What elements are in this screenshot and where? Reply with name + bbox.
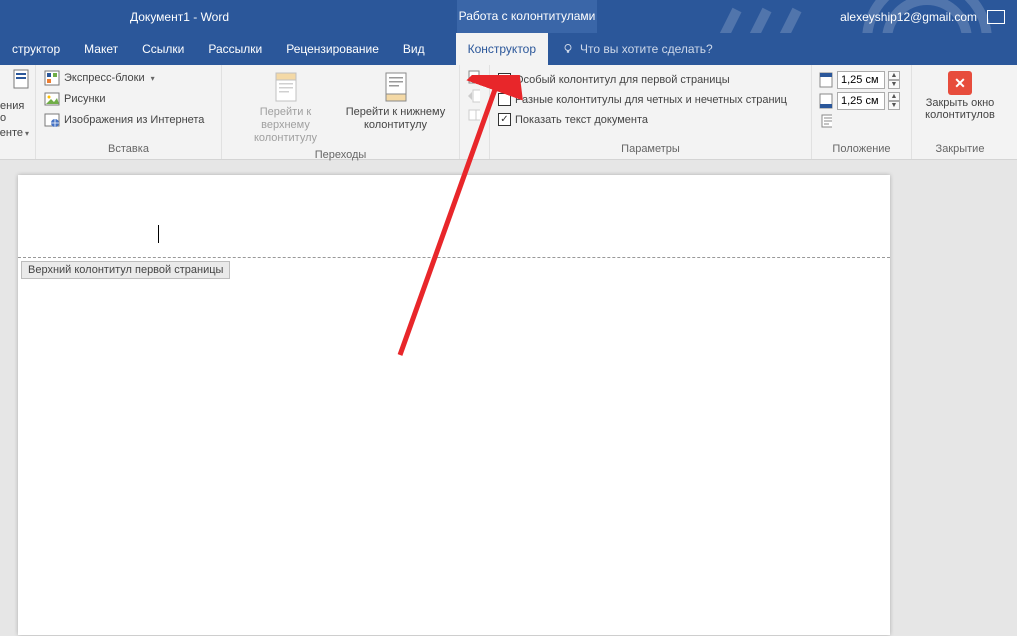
- spin-down-icon[interactable]: ▼: [888, 80, 900, 89]
- goto-footer-button[interactable]: Перейти к нижнему колонтитулу: [341, 69, 451, 134]
- doc-info-icon: [13, 69, 29, 97]
- header-boundary: [18, 257, 890, 258]
- different-first-page-checkbox[interactable]: Особый колонтитул для первой страницы: [496, 72, 789, 87]
- doc-info-label-1: ения о: [0, 100, 29, 124]
- header-from-top-input[interactable]: ▲▼: [818, 71, 900, 89]
- tell-me-placeholder: Что вы хотите сделать?: [580, 42, 713, 56]
- group-label-nav: Переходы: [228, 147, 453, 161]
- checkbox-checked-icon: [498, 73, 511, 86]
- online-pictures-button[interactable]: Изображения из Интернета: [42, 111, 206, 129]
- group-label-insert: Вставка: [42, 141, 215, 155]
- tab-review[interactable]: Рецензирование: [274, 33, 391, 65]
- show-document-text-checkbox[interactable]: Показать текст документа: [496, 112, 789, 127]
- pictures-icon: [44, 91, 60, 107]
- goto-header-button: Перейти к верхнему колонтитулу: [231, 69, 341, 147]
- ribbon: ения о менте▾ Экспресс-блоки▾ Рисунки Из…: [0, 65, 1017, 160]
- tab-constructor-cut[interactable]: структор: [0, 33, 72, 65]
- online-pictures-icon: [44, 112, 60, 128]
- tab-references[interactable]: Ссылки: [130, 33, 196, 65]
- text-cursor: [158, 225, 159, 243]
- page[interactable]: Верхний колонтитул первой страницы: [18, 175, 890, 635]
- ribbon-tabs: структор Макет Ссылки Рассылки Рецензиро…: [0, 33, 1017, 65]
- title-bar: Документ1 - Word Работа с колонтитулами …: [0, 0, 1017, 33]
- document-title: Документ1 - Word: [130, 10, 229, 24]
- header-position-icon: [818, 72, 834, 88]
- insert-alignment-tab-button[interactable]: [818, 113, 834, 129]
- previous-button[interactable]: [466, 69, 482, 85]
- close-icon: ✕: [948, 71, 972, 95]
- footer-from-bottom-input[interactable]: ▲▼: [818, 92, 900, 110]
- tab-view[interactable]: Вид: [391, 33, 437, 65]
- spin-up-icon[interactable]: ▲: [888, 92, 900, 101]
- header-icon: [270, 71, 302, 103]
- chevron-down-icon: ▾: [151, 74, 155, 83]
- close-header-footer-button[interactable]: ✕ Закрыть окно колонтитулов: [918, 69, 1002, 123]
- quick-parts-button[interactable]: Экспресс-блоки▾: [42, 69, 206, 87]
- chevron-down-icon: ▾: [25, 129, 29, 138]
- pictures-button[interactable]: Рисунки: [42, 90, 206, 108]
- spin-up-icon[interactable]: ▲: [888, 71, 900, 80]
- group-label-options: Параметры: [496, 141, 805, 155]
- footer-position-icon: [818, 93, 834, 109]
- spin-down-icon[interactable]: ▼: [888, 101, 900, 110]
- doc-info-label-2[interactable]: менте: [0, 127, 23, 139]
- tab-design-active[interactable]: Конструктор: [456, 33, 548, 65]
- document-area[interactable]: Верхний колонтитул первой страницы: [0, 160, 1017, 636]
- ribbon-display-icon[interactable]: [987, 10, 1005, 24]
- tab-mailings[interactable]: Рассылки: [196, 33, 274, 65]
- checkbox-checked-icon: [498, 113, 511, 126]
- group-label-close: Закрытие: [918, 141, 1002, 155]
- link-previous-button: [466, 107, 482, 123]
- checkbox-icon: [498, 93, 511, 106]
- tab-layout[interactable]: Макет: [72, 33, 130, 65]
- quick-parts-icon: [44, 70, 60, 86]
- tell-me-search[interactable]: Что вы хотите сделать?: [562, 42, 713, 56]
- different-odd-even-checkbox[interactable]: Разные колонтитулы для четных и нечетных…: [496, 92, 789, 107]
- user-email[interactable]: alexeyship12@gmail.com: [840, 10, 977, 24]
- lightbulb-icon: [562, 43, 574, 55]
- footer-icon: [380, 71, 412, 103]
- context-tab-title: Работа с колонтитулами: [457, 0, 597, 33]
- header-tag-label: Верхний колонтитул первой страницы: [21, 261, 230, 279]
- group-label-position: Положение: [818, 141, 905, 155]
- next-button: [466, 88, 482, 104]
